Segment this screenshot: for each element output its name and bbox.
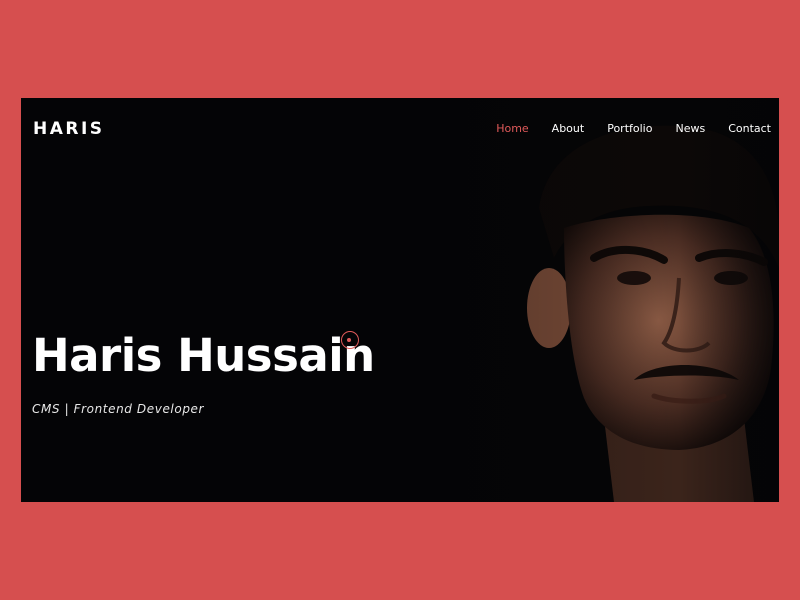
nav-link-portfolio[interactable]: Portfolio xyxy=(607,122,652,135)
nav-link-news[interactable]: News xyxy=(675,122,705,135)
nav-menu: Home About Portfolio News Contact xyxy=(496,122,771,135)
nav-link-home[interactable]: Home xyxy=(496,122,528,135)
nav-link-contact[interactable]: Contact xyxy=(728,122,771,135)
custom-cursor-dot-icon xyxy=(347,338,351,342)
hero-subtitle: CMS | Frontend Developer xyxy=(32,402,205,416)
top-navigation: HARIS Home About Portfolio News Contact xyxy=(21,98,779,160)
hero-section: HARIS Home About Portfolio News Contact … xyxy=(21,98,779,502)
nav-link-about[interactable]: About xyxy=(552,122,585,135)
hero-title: Haris Hussain xyxy=(32,329,375,382)
site-logo[interactable]: HARIS xyxy=(33,119,105,139)
